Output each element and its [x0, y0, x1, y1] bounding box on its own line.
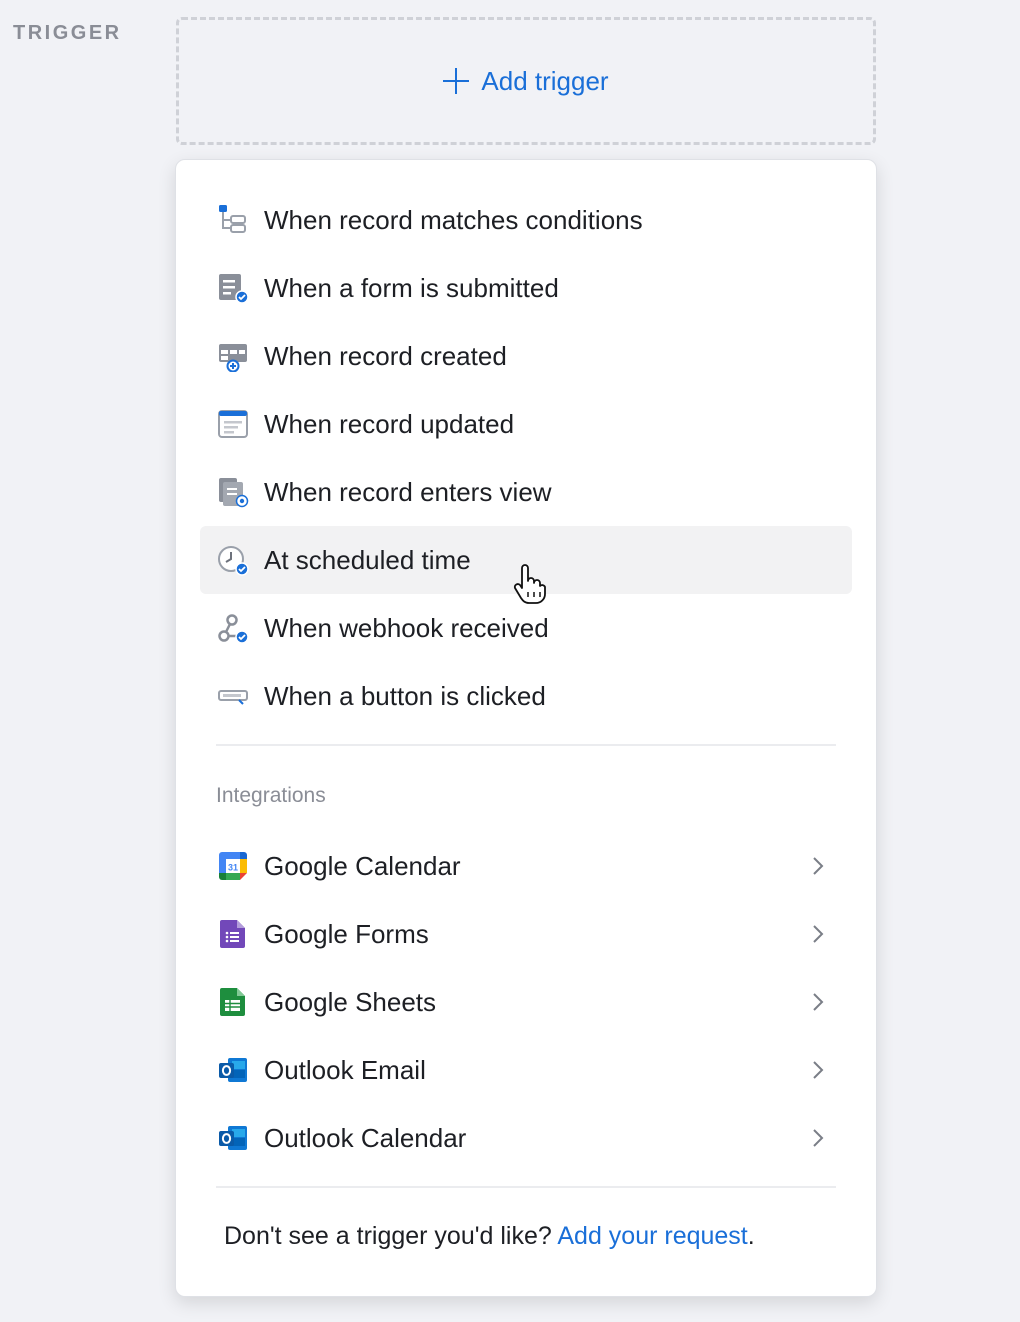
trigger-item-label: When record created [264, 340, 507, 371]
integration-item-google-sheets[interactable]: Google Sheets [200, 968, 852, 1036]
integration-item-google-calendar[interactable]: 31 Google Calendar [200, 832, 852, 900]
trigger-item-label: When a form is submitted [264, 272, 559, 303]
conditions-icon [216, 203, 250, 237]
trigger-item-webhook-received[interactable]: When webhook received [200, 594, 852, 662]
trigger-item-label: When record updated [264, 408, 515, 439]
integration-item-label: Google Calendar [264, 850, 461, 881]
divider [216, 1186, 836, 1188]
integration-item-outlook-email[interactable]: Outlook Email [200, 1036, 852, 1104]
integration-item-label: Google Sheets [264, 986, 437, 1017]
integration-item-outlook-calendar[interactable]: Outlook Calendar [200, 1104, 852, 1172]
record-enters-view-icon [216, 475, 250, 509]
add-trigger-label: Add trigger [481, 65, 609, 96]
integration-item-label: Outlook Calendar [264, 1122, 467, 1153]
add-trigger-button[interactable]: Add trigger [176, 17, 876, 145]
integration-item-label: Outlook Email [264, 1054, 426, 1085]
trigger-item-record-updated[interactable]: When record updated [200, 390, 852, 458]
request-trigger-footer: Don't see a trigger you'd like? Add your… [224, 1222, 755, 1251]
trigger-section-label: TRIGGER [13, 22, 122, 44]
trigger-item-label: When record matches conditions [264, 204, 643, 235]
trigger-item-label: When record enters view [264, 476, 552, 507]
hand-pointer-cursor-icon [513, 564, 546, 604]
google-calendar-icon: 31 [216, 849, 250, 883]
trigger-item-button-clicked[interactable]: When a button is clicked [200, 662, 852, 730]
integration-item-google-forms[interactable]: Google Forms [200, 900, 852, 968]
google-sheets-icon [216, 985, 250, 1019]
record-created-icon [216, 339, 250, 373]
trigger-item-label: When webhook received [264, 612, 549, 643]
trigger-item-record-created[interactable]: When record created [200, 322, 852, 390]
outlook-email-icon [216, 1053, 250, 1087]
outlook-calendar-icon [216, 1121, 250, 1155]
add-your-request-link[interactable]: Add your request [557, 1222, 747, 1250]
integrations-section-title: Integrations [216, 784, 326, 807]
clock-icon [216, 543, 250, 577]
trigger-item-label: At scheduled time [264, 544, 471, 575]
svg-text:31: 31 [228, 863, 238, 873]
trigger-item-label: When a button is clicked [264, 680, 546, 711]
google-forms-icon [216, 917, 250, 951]
integration-item-label: Google Forms [264, 918, 429, 949]
trigger-dropdown-menu: When record matches conditions When a fo… [175, 159, 877, 1297]
footer-text: Don't see a trigger you'd like? [224, 1222, 558, 1250]
button-icon [216, 679, 250, 713]
trigger-item-record-enters-view[interactable]: When record enters view [200, 458, 852, 526]
chevron-right-icon [813, 857, 824, 875]
chevron-right-icon [813, 1061, 824, 1079]
divider [216, 744, 836, 746]
record-updated-icon [216, 407, 250, 441]
chevron-right-icon [813, 993, 824, 1011]
footer-period: . [747, 1222, 755, 1250]
webhook-icon [216, 611, 250, 645]
trigger-item-record-matches-conditions[interactable]: When record matches conditions [200, 186, 852, 254]
chevron-right-icon [813, 925, 824, 943]
trigger-item-form-submitted[interactable]: When a form is submitted [200, 254, 852, 322]
form-submitted-icon [216, 271, 250, 305]
plus-icon [443, 68, 470, 94]
chevron-right-icon [813, 1129, 824, 1147]
